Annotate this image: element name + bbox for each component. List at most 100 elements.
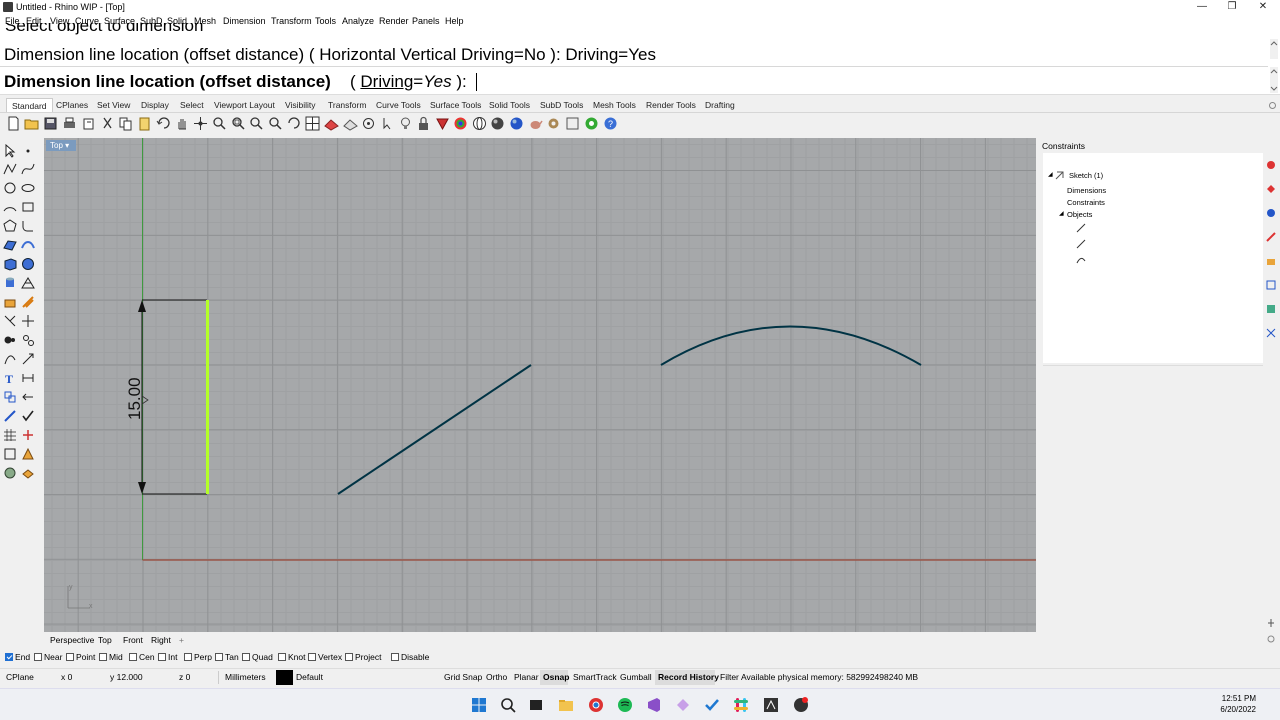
task-view-icon[interactable] <box>528 697 544 713</box>
tab-mesh-tools[interactable]: Mesh Tools <box>593 100 636 110</box>
ellipse-icon[interactable] <box>21 181 35 195</box>
osnap-toggle[interactable]: Osnap <box>543 672 569 682</box>
polygon-icon[interactable] <box>3 219 17 233</box>
properties-icon[interactable] <box>435 116 450 131</box>
viewport-canvas[interactable]: 15.00 y x <box>44 138 1036 632</box>
grid-snap-toggle[interactable]: Grid Snap <box>444 672 482 682</box>
tab-standard[interactable]: Standard <box>6 98 53 112</box>
render-icon[interactable] <box>3 466 17 480</box>
osnap-near[interactable]: Near <box>34 652 62 662</box>
layer-label[interactable]: Default <box>296 672 323 682</box>
osnap-knot[interactable]: Knot <box>278 652 306 662</box>
tree-sketch[interactable]: Sketch (1) <box>1069 171 1103 180</box>
collapse-arrow-icon[interactable]: ◢ <box>1059 210 1064 217</box>
gumball-toggle[interactable]: Gumball <box>620 672 652 682</box>
osnap-int[interactable]: Int <box>158 652 177 662</box>
system-clock[interactable]: 12:51 PM 6/20/2022 <box>1220 693 1256 715</box>
tab-subd-tools[interactable]: SubD Tools <box>540 100 583 110</box>
save-icon[interactable] <box>43 116 58 131</box>
gumball-icon[interactable] <box>21 428 35 442</box>
grid-icon[interactable] <box>343 116 358 131</box>
arc-curve[interactable] <box>660 325 922 366</box>
visual-studio-icon[interactable] <box>646 697 662 713</box>
select-arrow-icon[interactable] <box>3 144 17 158</box>
line-object-icon[interactable] <box>1076 239 1086 249</box>
shaded-sphere-icon[interactable] <box>490 116 505 131</box>
circle-icon[interactable] <box>3 181 17 195</box>
osnap-mid[interactable]: Mid <box>99 652 123 662</box>
color-wheel-icon[interactable] <box>453 116 468 131</box>
named-cplanes-icon[interactable] <box>361 116 376 131</box>
menu-panels[interactable]: Panels <box>412 16 440 26</box>
minimize-button[interactable]: — <box>1187 0 1217 15</box>
rebuild-icon[interactable] <box>3 409 17 423</box>
named-views-panel-icon[interactable] <box>1266 304 1276 314</box>
tab-transform[interactable]: Transform <box>328 100 366 110</box>
display-panel-icon[interactable] <box>1266 280 1276 290</box>
smarttrack-toggle[interactable]: SmartTrack <box>573 672 617 682</box>
tab-drafting[interactable]: Drafting <box>705 100 735 110</box>
folder-panel-icon[interactable] <box>1266 256 1276 266</box>
wireframe-sphere-icon[interactable] <box>472 116 487 131</box>
collapse-arrow-icon[interactable]: ◢ <box>1048 171 1053 178</box>
tab-front[interactable]: Front <box>123 635 143 645</box>
settings-gear-icon[interactable] <box>1268 101 1277 110</box>
tab-render-tools[interactable]: Render Tools <box>646 100 696 110</box>
windows-start-icon[interactable] <box>471 697 487 713</box>
units-label[interactable]: Millimeters <box>225 672 266 682</box>
tree-objects[interactable]: Objects <box>1067 210 1092 219</box>
properties-panel-icon[interactable] <box>1266 160 1276 170</box>
light-bulb-icon[interactable] <box>398 116 413 131</box>
open-folder-icon[interactable] <box>24 116 39 131</box>
filter-toggle[interactable]: Filter <box>720 672 739 682</box>
render-panel-icon[interactable] <box>1266 208 1276 218</box>
four-viewports-icon[interactable] <box>305 116 320 131</box>
surface-icon[interactable] <box>3 238 17 252</box>
tab-set-view[interactable]: Set View <box>97 100 130 110</box>
search-icon[interactable] <box>500 697 516 713</box>
rhino-taskbar-icon[interactable] <box>763 697 779 713</box>
rectangle-icon[interactable] <box>21 200 35 214</box>
help-icon[interactable]: ? <box>603 116 618 131</box>
boolean-icon[interactable] <box>21 295 35 309</box>
zoom-window-icon[interactable] <box>231 116 246 131</box>
box-icon[interactable] <box>3 257 17 271</box>
add-viewport-tab[interactable]: + <box>179 635 184 645</box>
array-icon[interactable] <box>21 390 35 404</box>
polyline-icon[interactable] <box>3 162 17 176</box>
select-all-icon[interactable] <box>380 116 395 131</box>
move-icon[interactable] <box>3 352 17 366</box>
tab-visibility[interactable]: Visibility <box>285 100 316 110</box>
menu-render[interactable]: Render <box>379 16 409 26</box>
tree-dimensions[interactable]: Dimensions <box>1067 186 1106 195</box>
osnap-cen[interactable]: Cen <box>129 652 155 662</box>
tree-constraints[interactable]: Constraints <box>1067 198 1105 207</box>
dimension-text[interactable]: 15.00 <box>125 377 144 420</box>
tab-viewport-layout[interactable]: Viewport Layout <box>214 100 275 110</box>
text-icon[interactable]: T <box>3 371 17 385</box>
fillet-curve-icon[interactable] <box>21 219 35 233</box>
zoom-selected-icon[interactable] <box>268 116 283 131</box>
arc-object-icon[interactable] <box>1076 255 1086 265</box>
tab-solid-tools[interactable]: Solid Tools <box>489 100 530 110</box>
viewport-title[interactable]: Top ▾ <box>46 140 76 151</box>
restore-button[interactable]: ❐ <box>1217 0 1247 15</box>
record-history-toggle[interactable]: Record History <box>658 672 719 682</box>
new-file-icon[interactable] <box>6 116 21 131</box>
render-teapot-icon[interactable] <box>528 116 543 131</box>
prompt-scrollbar[interactable] <box>1270 67 1278 93</box>
tab-select[interactable]: Select <box>180 100 204 110</box>
paste-icon[interactable] <box>137 116 152 131</box>
cut-icon[interactable] <box>100 116 115 131</box>
menu-tools[interactable]: Tools <box>315 16 336 26</box>
menu-analyze[interactable]: Analyze <box>342 16 374 26</box>
explode-icon[interactable] <box>21 333 35 347</box>
pin-icon[interactable] <box>1266 618 1276 628</box>
line-object-icon[interactable] <box>1076 223 1086 233</box>
mesh-icon[interactable] <box>21 276 35 290</box>
toolbar-layout-icon[interactable] <box>565 116 580 131</box>
osnap-project[interactable]: Project <box>345 652 381 662</box>
osnap-quad[interactable]: Quad <box>242 652 273 662</box>
group-icon[interactable] <box>3 447 17 461</box>
options-gear-icon[interactable] <box>546 116 561 131</box>
